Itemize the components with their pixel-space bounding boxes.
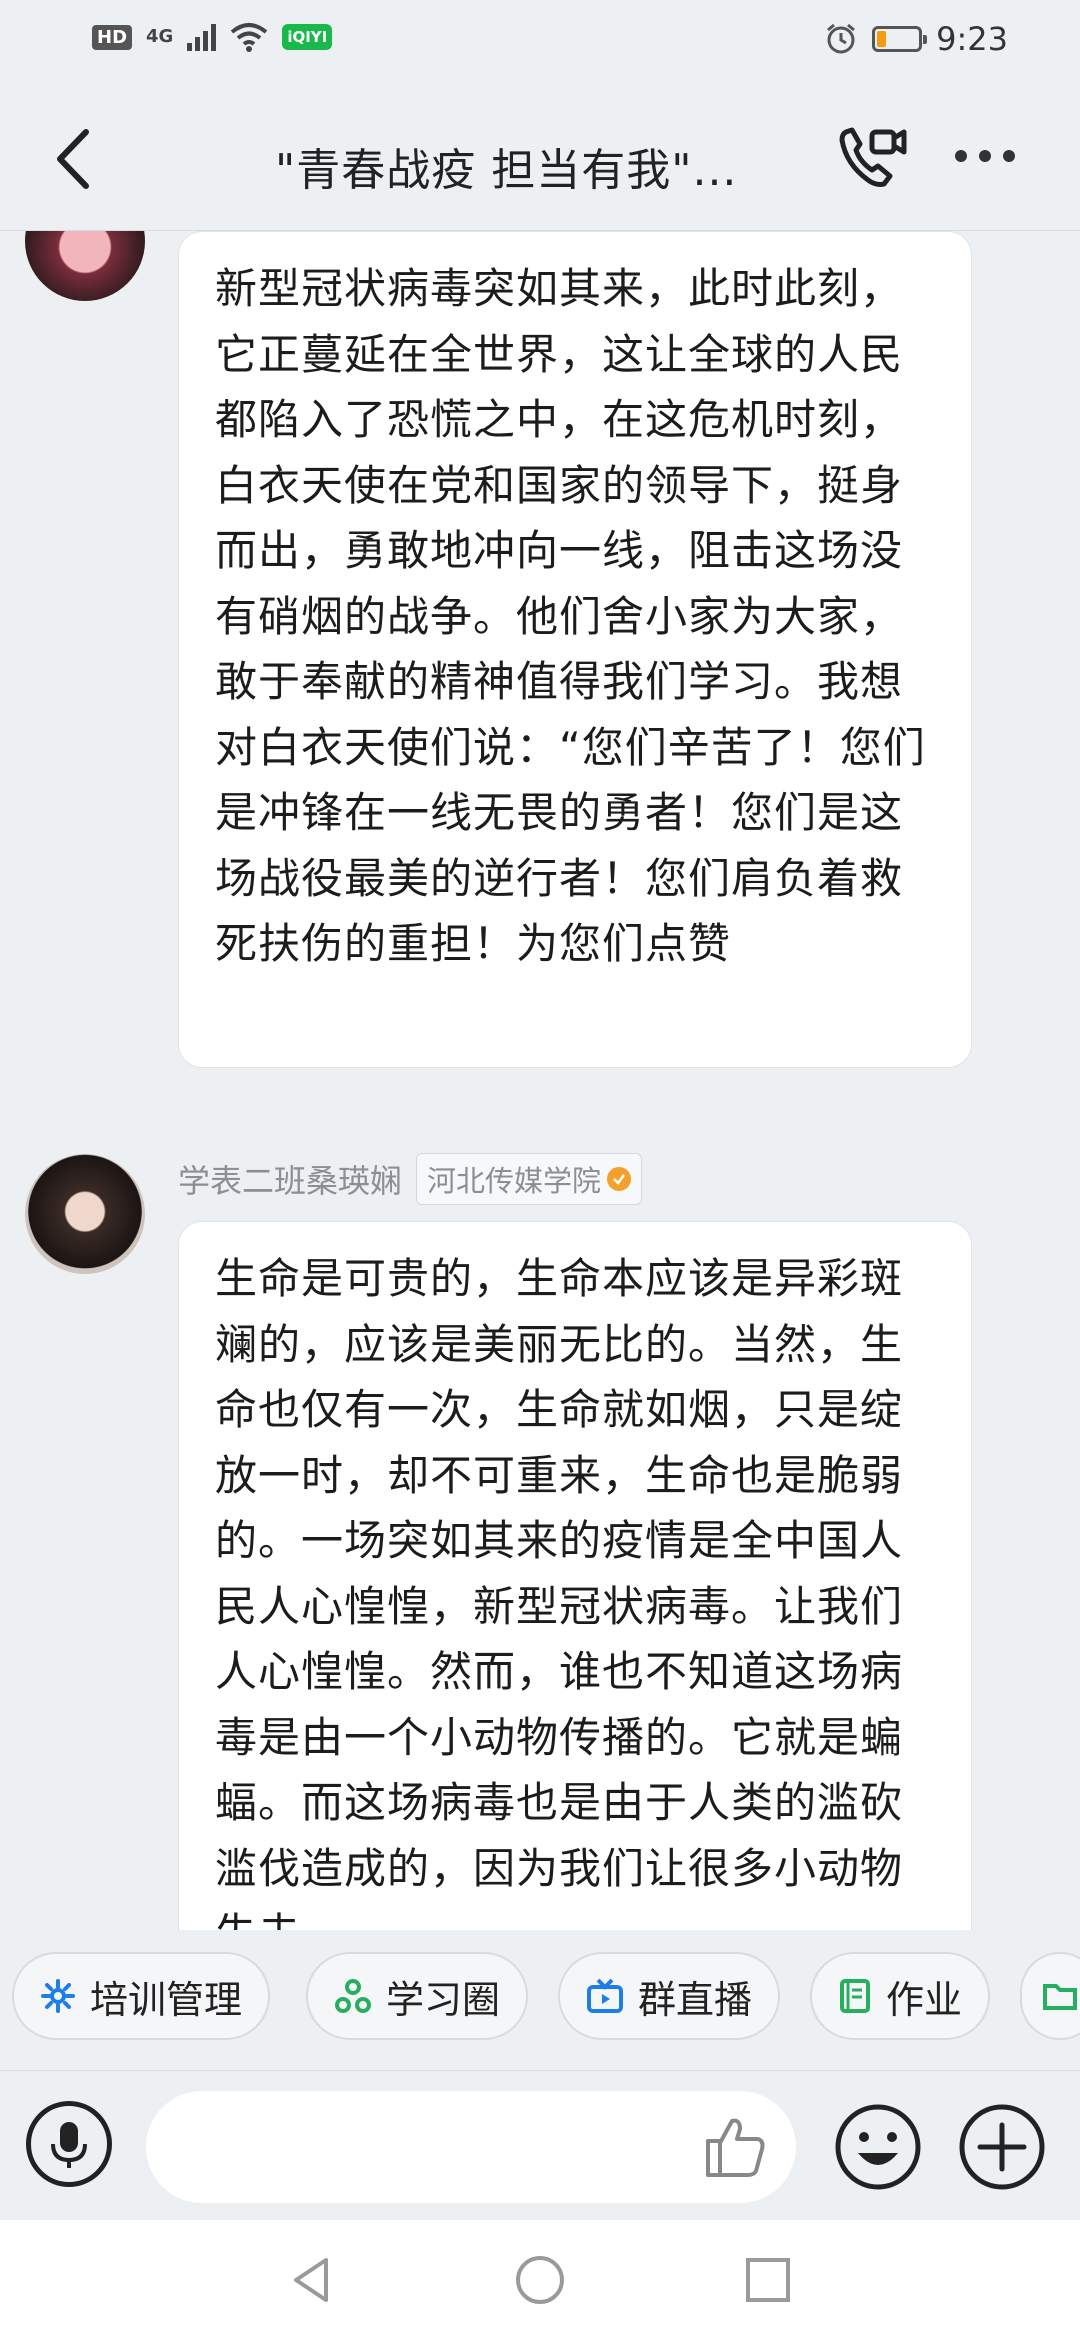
chat-header: "青春战疫 担当有我"... bbox=[0, 90, 1080, 231]
message-list[interactable]: 新型冠状病毒突如其来，此时此刻，它正蔓延在全世界，这让全球的人民都陷入了恐慌之中… bbox=[0, 231, 1080, 1931]
quick-action-label: 群直播 bbox=[638, 1977, 753, 2022]
video-call-icon[interactable] bbox=[832, 118, 912, 202]
message-bubble[interactable]: 生命是可贵的，生命本应该是异彩斑斓的，应该是美丽无比的。当然，生命也仅有一次，生… bbox=[178, 1221, 972, 1931]
emoji-icon[interactable] bbox=[832, 2101, 924, 2197]
quick-action-files[interactable] bbox=[1020, 1952, 1080, 2040]
school-badge: 河北传媒学院 bbox=[416, 1153, 643, 1205]
thumbs-up-icon[interactable] bbox=[700, 2111, 772, 2187]
quick-action-label: 学习圈 bbox=[386, 1977, 501, 2022]
gear-icon bbox=[40, 1978, 76, 2014]
wifi-icon bbox=[230, 22, 268, 52]
avatar[interactable] bbox=[25, 1154, 145, 1274]
microphone-icon bbox=[51, 2122, 87, 2168]
quick-action-group-live[interactable]: 群直播 bbox=[558, 1952, 781, 2040]
verified-icon bbox=[607, 1167, 632, 1191]
quick-action-label: 培训管理 bbox=[90, 1977, 243, 2022]
nav-recents-icon[interactable] bbox=[738, 2250, 798, 2314]
status-bar: HD 4G iQIYI 9:23 bbox=[0, 0, 1080, 90]
avatar[interactable] bbox=[25, 231, 145, 301]
battery-level bbox=[877, 31, 886, 47]
input-bar bbox=[0, 2070, 1080, 2221]
battery-icon bbox=[872, 26, 928, 52]
network-type: 4G bbox=[146, 26, 174, 47]
clock: 9:23 bbox=[936, 20, 1008, 58]
nav-home-icon[interactable] bbox=[510, 2250, 570, 2314]
circles-icon bbox=[334, 1978, 372, 2014]
folder-icon bbox=[1042, 1980, 1078, 2012]
live-tv-icon bbox=[586, 1978, 624, 2014]
alarm-icon bbox=[824, 22, 858, 56]
school-name: 河北传媒学院 bbox=[427, 1164, 602, 1198]
message-bubble[interactable]: 新型冠状病毒突如其来，此时此刻，它正蔓延在全世界，这让全球的人民都陷入了恐慌之中… bbox=[178, 231, 972, 1068]
message-input[interactable] bbox=[146, 2091, 796, 2203]
quick-action-bar: 培训管理 学习圈 群直播 作业 bbox=[0, 1930, 1080, 2070]
quick-action-training[interactable]: 培训管理 bbox=[12, 1952, 271, 2040]
sender-name[interactable]: 学表二班桑瑛娴 bbox=[178, 1156, 402, 1202]
sender-info: 学表二班桑瑛娴 河北传媒学院 bbox=[178, 1153, 643, 1205]
quick-action-homework[interactable]: 作业 bbox=[810, 1952, 991, 2040]
quick-action-label: 作业 bbox=[886, 1977, 963, 2022]
voice-input-button[interactable] bbox=[26, 2101, 112, 2187]
nav-back-icon[interactable] bbox=[282, 2250, 342, 2314]
book-icon bbox=[838, 1978, 872, 2014]
system-nav-bar bbox=[0, 2220, 1080, 2340]
iqiyi-app-icon: iQIYI bbox=[282, 24, 333, 50]
hd-badge: HD bbox=[92, 24, 133, 50]
quick-action-study-circle[interactable]: 学习圈 bbox=[306, 1952, 529, 2040]
back-icon[interactable] bbox=[48, 124, 108, 194]
add-icon[interactable] bbox=[956, 2101, 1048, 2197]
more-icon[interactable] bbox=[955, 150, 1015, 162]
signal-icon bbox=[187, 23, 217, 51]
chat-title: "青春战疫 担当有我"... bbox=[275, 145, 738, 196]
